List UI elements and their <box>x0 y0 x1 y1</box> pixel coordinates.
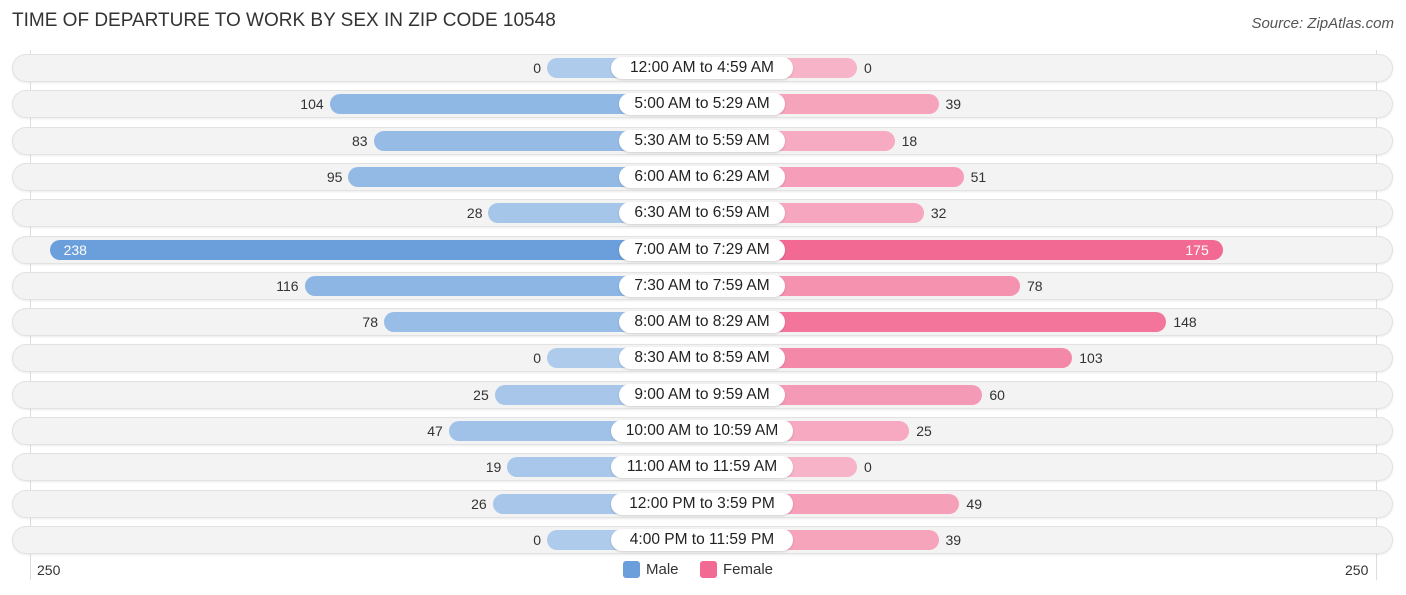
category-label: 10:00 AM to 10:59 AM <box>611 420 793 442</box>
value-label-male: 47 <box>427 423 443 439</box>
value-label-female: 103 <box>1079 350 1103 367</box>
value-label-female: 0 <box>864 60 872 76</box>
category-label: 6:30 AM to 6:59 AM <box>619 202 785 225</box>
value-label-female: 78 <box>1027 277 1043 294</box>
chart-container: TIME OF DEPARTURE TO WORK BY SEX IN ZIP … <box>0 0 1406 595</box>
value-label-male: 83 <box>351 132 368 149</box>
value-label-female: 175 <box>1185 241 1209 258</box>
value-label-male: 25 <box>473 386 489 403</box>
chart-source: Source: ZipAtlas.com <box>1251 15 1394 32</box>
value-label-female: 25 <box>916 423 932 439</box>
category-label: 9:00 AM to 9:59 AM <box>619 383 785 406</box>
value-label-male: 104 <box>300 96 324 113</box>
category-label: 11:00 AM to 11:59 AM <box>611 456 793 479</box>
value-label-male: 26 <box>471 495 487 512</box>
category-label: 6:00 AM to 6:29 AM <box>619 165 785 188</box>
category-label: 7:00 AM to 7:29 AM <box>619 238 785 261</box>
category-label: 8:00 AM to 8:29 AM <box>619 311 785 334</box>
value-label-male: 78 <box>362 314 378 331</box>
value-label-female: 32 <box>930 205 947 222</box>
chart-title: TIME OF DEPARTURE TO WORK BY SEX IN ZIP … <box>12 10 556 31</box>
category-label: 12:00 AM to 4:59 AM <box>611 57 793 79</box>
category-label: 5:00 AM to 5:29 AM <box>619 93 785 116</box>
value-label-male: 95 <box>326 168 343 185</box>
value-label-male: 0 <box>533 531 541 548</box>
legend-label-female: Female <box>723 561 774 578</box>
value-label-male: 0 <box>533 60 541 76</box>
value-label-female: 60 <box>989 386 1005 403</box>
legend-label-male: Male <box>646 561 679 578</box>
category-label: 7:30 AM to 7:59 AM <box>619 274 785 297</box>
category-label: 12:00 PM to 3:59 PM <box>611 492 793 515</box>
value-label-female: 39 <box>945 531 962 548</box>
value-label-female: 49 <box>966 495 982 512</box>
value-label-female: 148 <box>1173 314 1197 331</box>
value-label-male: 28 <box>466 205 483 222</box>
value-label-male: 0 <box>533 350 541 367</box>
value-label-female: 18 <box>901 132 918 149</box>
value-label-male: 116 <box>276 277 299 294</box>
value-label-female: 0 <box>864 459 872 476</box>
value-label-female: 39 <box>945 96 962 113</box>
bar-male <box>49 239 702 260</box>
value-label-male: 238 <box>63 241 87 258</box>
legend-swatch-female <box>700 561 717 578</box>
axis-label-left: 250 <box>37 562 61 578</box>
value-label-male: 19 <box>485 459 502 476</box>
axis-label-right: 250 <box>1345 562 1369 578</box>
category-label: 8:30 AM to 8:59 AM <box>619 347 785 370</box>
legend-item-male: Male <box>623 561 679 578</box>
category-label: 5:30 AM to 5:59 AM <box>619 129 785 152</box>
legend-item-female: Female <box>700 561 773 578</box>
category-label: 4:00 PM to 11:59 PM <box>611 528 793 551</box>
value-label-female: 51 <box>970 168 987 185</box>
legend-swatch-male <box>623 561 640 578</box>
